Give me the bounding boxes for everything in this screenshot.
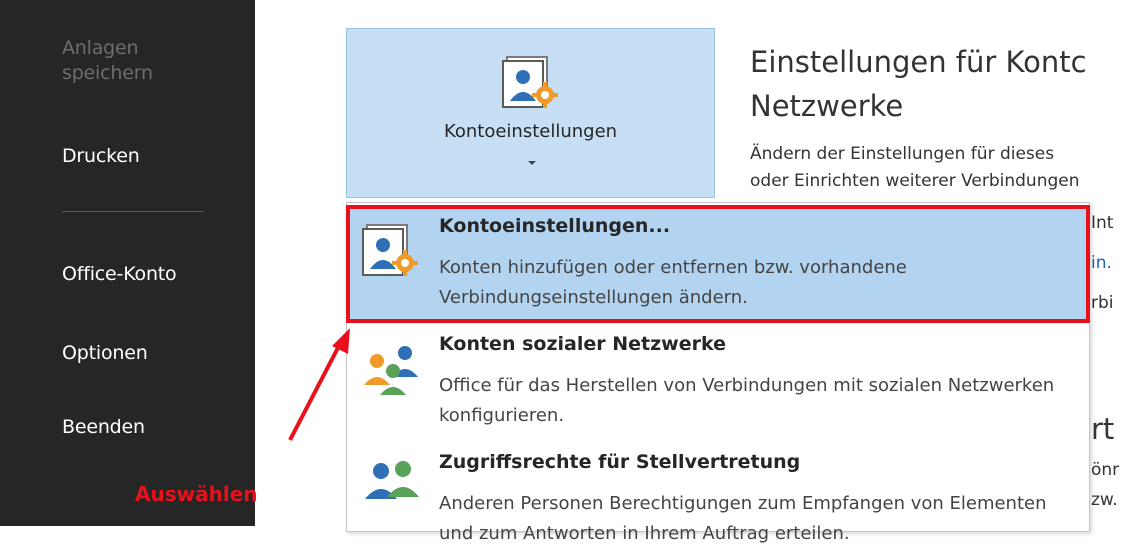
- split-button-label: Kontoeinstellungen: [443, 121, 618, 142]
- info-link-fragment[interactable]: in.: [1091, 253, 1112, 273]
- menu-item-description: Office für das Herstellen von Verbindung…: [439, 375, 1055, 426]
- chevron-down-icon: [528, 161, 536, 165]
- info-fragment: Int: [1091, 213, 1114, 233]
- sidebar-item-exit[interactable]: Beenden: [62, 416, 145, 438]
- sidebar-item-save-attachments: Anlagen speichern: [62, 37, 153, 84]
- info-fragment: zw.: [1091, 490, 1118, 510]
- menu-item-title: Zugriffsrechte für Stellvertretung: [439, 451, 801, 473]
- highlight-box: [346, 205, 1090, 323]
- sidebar-item-options[interactable]: Optionen: [62, 342, 148, 364]
- account-settings-split-button[interactable]: Kontoeinstellungen: [346, 28, 715, 198]
- info-fragment: önr: [1091, 460, 1120, 480]
- backstage-sidebar: Anlagen speichern Drucken Office-Konto O…: [0, 0, 255, 526]
- sidebar-divider: [62, 211, 204, 212]
- delegate-access-icon: [361, 453, 425, 517]
- info-fragment: rbi: [1091, 293, 1114, 313]
- sidebar-item-print[interactable]: Drucken: [62, 145, 140, 167]
- menu-item-delegate-access[interactable]: Zugriffsrechte für Stellvertretung Ander…: [347, 443, 1089, 544]
- annotation-label: Auswählen: [135, 482, 258, 506]
- account-settings-icon: [501, 53, 565, 121]
- section-description: Ändern der Einstellungen für dieses oder…: [750, 144, 1080, 191]
- menu-item-social-network-accounts[interactable]: Konten sozialer Netzwerke Office für das…: [347, 325, 1089, 437]
- info-heading-fragment: rt: [1091, 412, 1115, 446]
- section-title: Einstellungen für Kontc Netzwerke: [750, 45, 1087, 123]
- menu-item-description: Anderen Personen Berechtigungen zum Empf…: [439, 493, 1047, 544]
- sidebar-item-office-account[interactable]: Office-Konto: [62, 263, 177, 285]
- menu-item-title: Konten sozialer Netzwerke: [439, 333, 726, 355]
- annotation-arrow-icon: [288, 328, 350, 441]
